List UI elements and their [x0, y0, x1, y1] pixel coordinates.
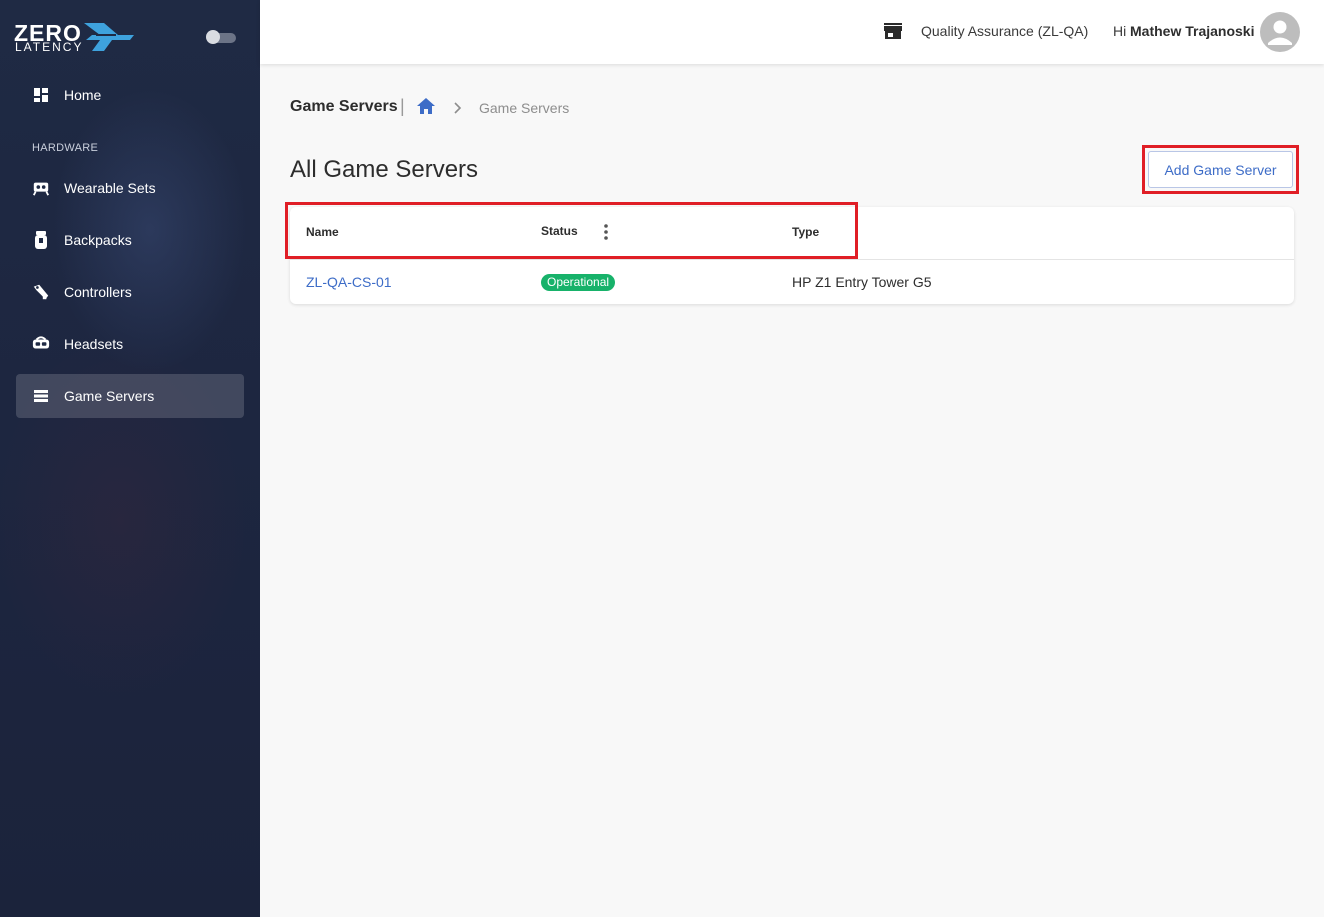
logo-wing-icon [84, 23, 134, 51]
top-header: Quality Assurance (ZL-QA) Hi Mathew Traj… [260, 0, 1324, 64]
game-servers-table: Name Status Type ZL-QA-CS-01 Operational… [290, 207, 1294, 304]
column-header-name[interactable]: Name [306, 225, 339, 239]
avatar[interactable] [1260, 12, 1300, 52]
dashboard-icon [32, 86, 50, 104]
wearable-set-icon [32, 179, 50, 197]
server-icon [32, 387, 50, 405]
headset-icon [32, 335, 50, 353]
server-name-link[interactable]: ZL-QA-CS-01 [306, 274, 392, 290]
store-icon[interactable] [883, 22, 903, 45]
sidebar-item-label: Headsets [64, 336, 124, 352]
sidebar-item-headsets[interactable]: Headsets [16, 322, 244, 366]
sidebar-item-label: Game Servers [64, 388, 155, 404]
sidebar-item-label: Home [64, 87, 102, 103]
sidebar-item-wearable-sets[interactable]: Wearable Sets [16, 166, 244, 210]
greeting-text: Hi [1113, 23, 1127, 39]
sidebar-item-label: Controllers [64, 284, 132, 300]
controller-icon [32, 283, 50, 301]
theme-toggle[interactable] [206, 30, 236, 44]
header-divider [290, 259, 1294, 260]
sidebar-item-label: Wearable Sets [64, 180, 156, 196]
sidebar: ZERO LATENCY Home HARDWARE Wearable Sets [0, 0, 260, 917]
sidebar-item-home[interactable]: Home [16, 73, 244, 117]
backpack-icon [32, 231, 50, 249]
column-header-status[interactable]: Status [541, 224, 578, 238]
column-menu-icon[interactable] [603, 223, 609, 246]
zero-latency-logo[interactable]: ZERO LATENCY [14, 18, 144, 58]
logo-text-bottom: LATENCY [15, 40, 84, 54]
breadcrumb-title: Game Servers [290, 98, 398, 115]
sidebar-section-hardware: HARDWARE [32, 142, 99, 154]
sidebar-item-game-servers[interactable]: Game Servers [16, 374, 244, 418]
status-badge: Operational [541, 274, 616, 291]
sidebar-item-backpacks[interactable]: Backpacks [16, 218, 244, 262]
sidebar-item-controllers[interactable]: Controllers [16, 270, 244, 314]
breadcrumb-separator: | [400, 96, 405, 116]
toggle-knob [206, 30, 220, 44]
server-type: HP Z1 Entry Tower G5 [792, 274, 932, 290]
chevron-right-icon [452, 101, 462, 119]
add-game-server-button[interactable]: Add Game Server [1148, 151, 1293, 188]
breadcrumb-current: Game Servers [479, 100, 570, 116]
home-icon[interactable] [416, 96, 436, 121]
user-avatar-icon [1268, 20, 1292, 45]
page-title: All Game Servers [290, 156, 479, 183]
user-name: Mathew Trajanoski [1130, 23, 1255, 39]
organization-name[interactable]: Quality Assurance (ZL-QA) [921, 23, 1088, 39]
sidebar-item-label: Backpacks [64, 232, 132, 248]
column-header-type[interactable]: Type [792, 225, 819, 239]
